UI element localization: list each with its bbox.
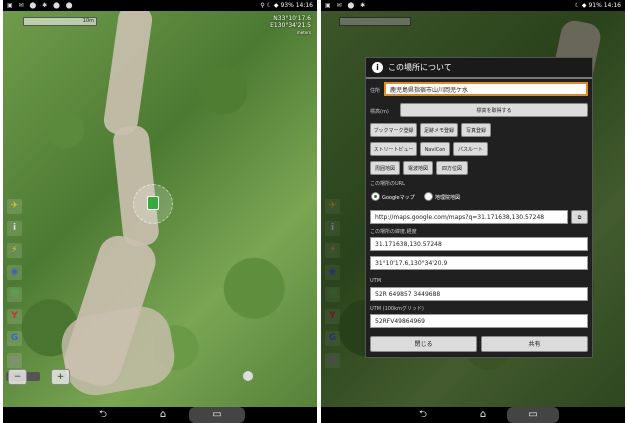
yahoo-icon[interactable]: Y bbox=[7, 309, 22, 324]
back-icon[interactable]: ⮌ bbox=[413, 407, 433, 423]
gps-icon[interactable]: ✈ bbox=[7, 199, 22, 214]
gsi-map-radio[interactable] bbox=[424, 192, 433, 201]
globe-icon[interactable]: ◉ bbox=[7, 265, 22, 280]
address-field[interactable]: 鹿児島県指宿市山川岡児ケ水 bbox=[384, 82, 588, 96]
lightning-icon[interactable]: ⚡ bbox=[7, 243, 22, 258]
status-bar: ▣ ✉ ⬤ ✱ ☾ ◆ 91% 14:16 bbox=[321, 0, 625, 11]
info-icon[interactable]: i bbox=[7, 221, 22, 236]
copy-url-button[interactable]: ⧉ bbox=[571, 210, 588, 224]
zoom-in-button[interactable]: + bbox=[51, 369, 70, 385]
path-route-button[interactable]: パスルート bbox=[453, 142, 488, 156]
latlng-decimal-field[interactable]: 31.171638,130.57248 bbox=[370, 237, 588, 251]
dirt-clearing bbox=[56, 302, 180, 400]
back-icon[interactable]: ⮌ bbox=[93, 407, 113, 423]
zoom-out-button[interactable]: − bbox=[8, 369, 27, 385]
close-button[interactable]: 閉じる bbox=[370, 336, 477, 352]
dialog-title: この場所について bbox=[388, 63, 452, 72]
latlng-dms-field[interactable]: 31°10'17.6,130°34'20.9 bbox=[370, 256, 588, 270]
share-button[interactable]: 共有 bbox=[481, 336, 588, 352]
status-bar: ▣ ✉ ⬤ ✱ ⬤ ⬤ ⚲ ☾ ◆ 93% 14:16 bbox=[3, 0, 317, 11]
location-info-dialog: i この場所について 住所 鹿児島県指宿市山川岡児ケ水 標高(m) 標高を取得す… bbox=[365, 57, 593, 358]
recents-icon[interactable]: ▭ bbox=[507, 407, 559, 423]
status-right: ☾ ◆ 91% 14:16 bbox=[574, 2, 621, 9]
map-layer-icon[interactable]: 地 bbox=[7, 287, 22, 302]
get-elevation-button[interactable]: 標高を取得する bbox=[400, 103, 588, 117]
address-label: 住所 bbox=[370, 88, 381, 94]
clock: 14:16 bbox=[295, 2, 313, 9]
navigation-bar: ⮌ ⌂ ▭ bbox=[3, 407, 317, 423]
google-icon[interactable]: G bbox=[7, 331, 22, 346]
url-field[interactable]: http://maps.google.com/maps?q=31.171638,… bbox=[370, 210, 568, 224]
compass-icon[interactable] bbox=[243, 371, 253, 381]
mgrs-label: UTM (100kmグリッド) bbox=[370, 306, 424, 312]
surrounding-map-button[interactable]: 周囲地図 bbox=[370, 161, 400, 175]
gsi-map-radio-label: 地理院地図 bbox=[435, 195, 461, 201]
location-marker-icon[interactable] bbox=[147, 196, 159, 210]
coordinate-readout: N33°10'17.6 E130°34'21.5 meters bbox=[270, 15, 311, 35]
photo-register-button[interactable]: 写真登録 bbox=[461, 123, 491, 137]
street-view-button[interactable]: ストリートビュー bbox=[370, 142, 417, 156]
scale-bar: 10m bbox=[23, 17, 97, 26]
battery-level: 91% bbox=[588, 2, 602, 9]
map-view[interactable]: 10m N33°10'17.6 E130°34'21.5 meters ✈ i ⚡ ◉… bbox=[3, 11, 317, 407]
signal-map-button[interactable]: 電波地図 bbox=[403, 161, 433, 175]
elevation-label: 標高(m) bbox=[370, 109, 389, 115]
clock: 14:16 bbox=[603, 2, 621, 9]
bookmark-button[interactable]: ブックマーク登録 bbox=[370, 123, 417, 137]
home-icon[interactable]: ⌂ bbox=[153, 407, 173, 423]
left-screenshot: ▣ ✉ ⬤ ✱ ⬤ ⬤ ⚲ ☾ ◆ 93% 14:16 10m N33°10'1… bbox=[3, 0, 317, 423]
four-direction-button[interactable]: 四方位図 bbox=[436, 161, 468, 175]
url-label: この場所のURL bbox=[370, 181, 405, 187]
navicon-button[interactable]: NaviCon bbox=[420, 142, 450, 156]
dirt-road bbox=[102, 11, 154, 137]
google-maps-radio[interactable] bbox=[371, 192, 380, 201]
home-icon[interactable]: ⌂ bbox=[473, 407, 493, 423]
latlng-label: この場所の緯度,経度 bbox=[370, 229, 417, 235]
right-screenshot: ▣ ✉ ⬤ ✱ ☾ ◆ 91% 14:16 ✈ i ⚡ ◉ 地 Y G ▦ i この場所につい… bbox=[321, 0, 625, 423]
notification-icons: ▣ ✉ ⬤ ✱ ⬤ ⬤ bbox=[7, 2, 75, 9]
grid-icon[interactable]: ▦ bbox=[7, 353, 22, 368]
copy-icon: ⧉ bbox=[577, 215, 582, 221]
battery-level: 93% bbox=[280, 2, 294, 9]
notification-icons: ▣ ✉ ⬤ ✱ bbox=[325, 2, 368, 9]
navigation-bar: ⮌ ⌂ ▭ bbox=[321, 407, 625, 423]
dialog-header: i この場所について bbox=[366, 58, 592, 79]
utm-label: UTM bbox=[370, 278, 382, 284]
google-maps-radio-label: Googleマップ bbox=[382, 195, 415, 201]
footprint-memo-button[interactable]: 足跡メモ登録 bbox=[420, 123, 458, 137]
utm-field[interactable]: 52R 649857 3449688 bbox=[370, 287, 588, 301]
status-right: ⚲ ☾ ◆ 93% 14:16 bbox=[260, 2, 313, 9]
info-icon: i bbox=[372, 62, 383, 73]
recents-icon[interactable]: ▭ bbox=[189, 407, 245, 423]
mgrs-field[interactable]: 52RFV49864969 bbox=[370, 314, 588, 328]
